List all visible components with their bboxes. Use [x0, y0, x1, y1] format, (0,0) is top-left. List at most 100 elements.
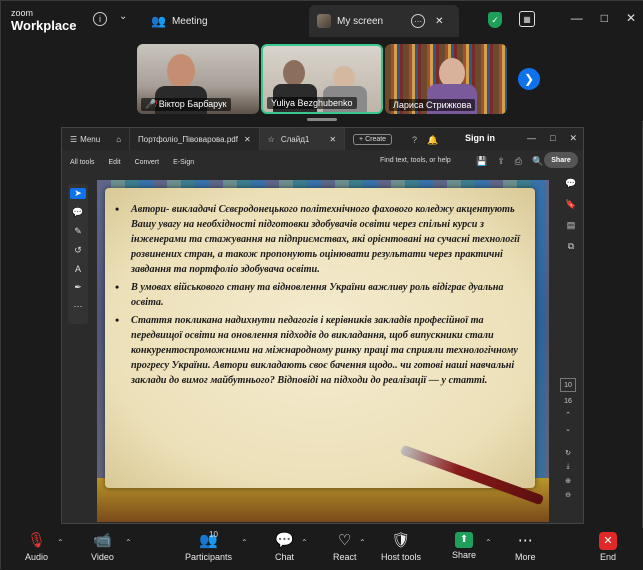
sign-in-button[interactable]: Sign in [465, 133, 495, 143]
participant-name: 🎤̸ Віктор Барбарук [141, 98, 231, 111]
participants-count: 10 [209, 530, 218, 539]
video-options-chevron-icon[interactable]: ⌃ [125, 538, 132, 547]
bookmark-icon[interactable]: 🔖 [565, 199, 576, 210]
pages-icon[interactable]: ▤ [567, 220, 576, 231]
end-x-icon: ✕ [599, 532, 617, 550]
page-navigation: 10 16 ⌃ ⌄ ↻ ⤓ ⊕ ⊖ [559, 378, 577, 499]
page-down-icon[interactable]: ⌄ [565, 425, 571, 433]
slide-bullet: Автори- викладачі Сєвєродонецького політ… [115, 202, 521, 277]
maximize-button[interactable]: □ [601, 11, 608, 25]
more-options-icon[interactable]: ··· [411, 14, 426, 28]
shield-icon: 🛡 [391, 532, 411, 549]
next-page-arrow-icon[interactable]: ❯ [518, 68, 540, 90]
maximize-button[interactable]: □ [550, 133, 555, 144]
toolbar-all-tools[interactable]: All tools [70, 159, 95, 166]
search-icon[interactable]: 🔍 [532, 156, 543, 167]
chevron-down-icon[interactable]: ⌄ [119, 11, 127, 22]
print-icon[interactable]: ⎙ [515, 156, 522, 167]
slide-bullet: Стаття покликана надихнути педагогів і к… [115, 313, 521, 388]
react-options-chevron-icon[interactable]: ⌃ [359, 538, 366, 547]
sign-icon[interactable]: ✒ [74, 282, 82, 293]
select-cursor-icon[interactable]: ➤ [70, 188, 86, 199]
more-button[interactable]: ⋯ More [515, 532, 536, 562]
toolbar-edit[interactable]: Edit [109, 159, 121, 166]
close-tab-icon[interactable]: ✕ [244, 135, 251, 144]
zoom-in-icon[interactable]: ⊕ [565, 477, 571, 485]
layout-icon[interactable]: ▦ [519, 11, 535, 27]
tab-pdf-file[interactable]: Портфоліо_Півоварова.pdf ✕ [130, 128, 260, 150]
help-icon[interactable]: ? [412, 135, 417, 146]
chat-button[interactable]: 💬 Chat [275, 532, 294, 562]
find-search-box[interactable]: Find text, tools, or help [380, 157, 451, 164]
react-button[interactable]: ♡ React [333, 532, 357, 562]
pen-icon[interactable]: ✎ [74, 226, 82, 237]
video-tile[interactable]: 🎤̸ Віктор Барбарук [137, 44, 259, 114]
participants-options-chevron-icon[interactable]: ⌃ [241, 538, 248, 547]
chat-options-chevron-icon[interactable]: ⌃ [301, 538, 308, 547]
heart-icon: ♡ [338, 532, 352, 549]
participant-face [283, 60, 305, 86]
more-label: More [515, 552, 536, 562]
zoom-window: zoom Workplace i ⌄ 👥 Meeting My screen ·… [0, 0, 643, 570]
info-icon[interactable]: i [93, 12, 107, 26]
close-tab-icon[interactable]: ✕ [435, 16, 443, 27]
text-tool-icon[interactable]: A [75, 264, 81, 274]
tab-meeting-label: Meeting [171, 15, 208, 27]
tab-meeting[interactable]: 👥 Meeting [151, 9, 208, 33]
shared-acrobat-window: ☰ Menu ⌂ Портфоліо_Півоварова.pdf ✕ ☆ Сл… [61, 127, 584, 524]
close-button[interactable]: ✕ [626, 11, 636, 25]
end-meeting-button[interactable]: ✕ End [599, 532, 617, 562]
toolbar-convert[interactable]: Convert [135, 159, 160, 166]
comments-panel-icon[interactable]: 💬 [565, 178, 576, 189]
muted-mic-icon: 🎙 [26, 532, 47, 549]
audio-options-chevron-icon[interactable]: ⌃ [57, 538, 64, 547]
video-tile-active[interactable]: Yuliya Bezghubenko [261, 44, 383, 114]
security-shield-icon[interactable]: ✓ [488, 12, 502, 28]
page-up-icon[interactable]: ⌃ [565, 411, 571, 419]
comment-icon[interactable]: 💬 [72, 207, 83, 218]
page-number-field[interactable]: 10 [560, 378, 576, 392]
share-screen-button[interactable]: ⬆ Share [452, 532, 476, 560]
close-button[interactable]: ✕ [569, 133, 577, 144]
host-tools-button[interactable]: 🛡 Host tools [381, 532, 421, 562]
lasso-icon[interactable]: ↺ [74, 245, 82, 256]
video-button[interactable]: 📹 Video [91, 532, 114, 562]
more-tools-icon[interactable]: ⋯ [74, 301, 83, 312]
upload-icon[interactable]: ⇪ [497, 156, 505, 167]
toolbar-esign[interactable]: E-Sign [173, 159, 194, 166]
close-tab-icon[interactable]: ✕ [329, 135, 336, 144]
download-icon[interactable]: ⤓ [566, 463, 569, 471]
minimize-button[interactable]: — [571, 11, 583, 25]
create-button[interactable]: + Create [353, 133, 393, 145]
home-tab[interactable]: ⌂ [108, 128, 131, 150]
annotation-toolbar: ➤ 💬 ✎ ↺ A ✒ ⋯ [68, 184, 88, 324]
share-options-chevron-icon[interactable]: ⌃ [485, 538, 492, 547]
participant-name: Yuliya Bezghubenko [267, 97, 357, 109]
zoom-out-icon[interactable]: ⊖ [565, 491, 571, 499]
rotate-icon[interactable]: ↻ [565, 449, 571, 457]
slide-canvas: Автори- викладачі Сєвєродонецького політ… [97, 180, 549, 522]
video-tile[interactable]: Лариса Стрижкова [385, 44, 507, 114]
copy-icon[interactable]: ⧉ [568, 241, 574, 252]
notifications-icon[interactable]: 🔔 [427, 135, 438, 146]
share-button[interactable]: Share [544, 152, 578, 168]
participants-label: Participants [185, 552, 233, 562]
participant-name-text: Віктор Барбарук [158, 99, 227, 109]
acrobat-title-bar: ☰ Menu ⌂ Портфоліо_Півоварова.pdf ✕ ☆ Сл… [62, 128, 583, 150]
right-panel-icons: 💬 🔖 ▤ ⧉ [563, 178, 579, 252]
participant-name: Лариса Стрижкова [389, 99, 476, 111]
toolbar-icons: 💾 ⇪ ⎙ 🔍 [476, 156, 543, 167]
tab-my-screen[interactable]: My screen ··· ✕ [309, 5, 459, 37]
video-camera-icon: 📹 [93, 532, 112, 549]
tab-slide[interactable]: ☆ Слайд1 ✕ [259, 128, 346, 150]
more-dots-icon: ⋯ [517, 532, 533, 549]
menu-label: Menu [80, 134, 101, 144]
host-tools-label: Host tools [381, 552, 422, 562]
menu-button[interactable]: ☰ Menu [62, 135, 108, 144]
participants-button[interactable]: 👥 10 Participants [185, 530, 233, 562]
resize-handle[interactable] [307, 118, 337, 121]
save-icon[interactable]: 💾 [476, 156, 487, 167]
slide-text-body: Автори- викладачі Сєвєродонецького політ… [115, 202, 521, 391]
audio-button[interactable]: 🎙 Audio [25, 532, 48, 562]
minimize-button[interactable]: — [527, 133, 536, 144]
